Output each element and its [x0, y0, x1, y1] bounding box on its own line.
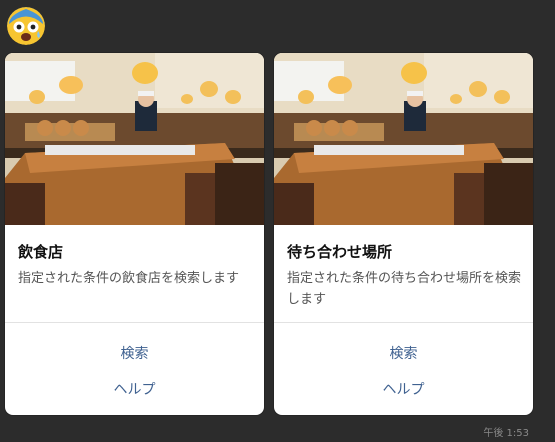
carousel-card-meeting-place: 待ち合わせ場所 指定された条件の待ち合わせ場所を検索します 検索 ヘルプ	[274, 53, 533, 415]
card-title: 飲食店	[18, 243, 64, 261]
meeting-place-photo	[274, 53, 533, 225]
card-description: 指定された条件の待ち合わせ場所を検索します	[287, 271, 522, 307]
card-description: 指定された条件の飲食店を検索します	[18, 271, 240, 286]
message-timestamp: 午後 1:53	[483, 428, 529, 439]
shocked-face-icon[interactable]	[7, 7, 45, 45]
chat-window: 飲食店 指定された条件の飲食店を検索します 検索 ヘルプ 待ち合わせ場所 指定さ…	[0, 0, 555, 442]
carousel-card-restaurant: 飲食店 指定された条件の飲食店を検索します 検索 ヘルプ	[5, 53, 264, 415]
search-button[interactable]: 検索	[274, 343, 533, 363]
help-button[interactable]: ヘルプ	[5, 379, 264, 399]
help-button[interactable]: ヘルプ	[274, 379, 533, 399]
search-button[interactable]: 検索	[5, 343, 264, 363]
card-title: 待ち合わせ場所	[287, 243, 393, 261]
restaurant-photo	[5, 53, 264, 225]
divider	[274, 322, 533, 323]
divider	[5, 322, 264, 323]
